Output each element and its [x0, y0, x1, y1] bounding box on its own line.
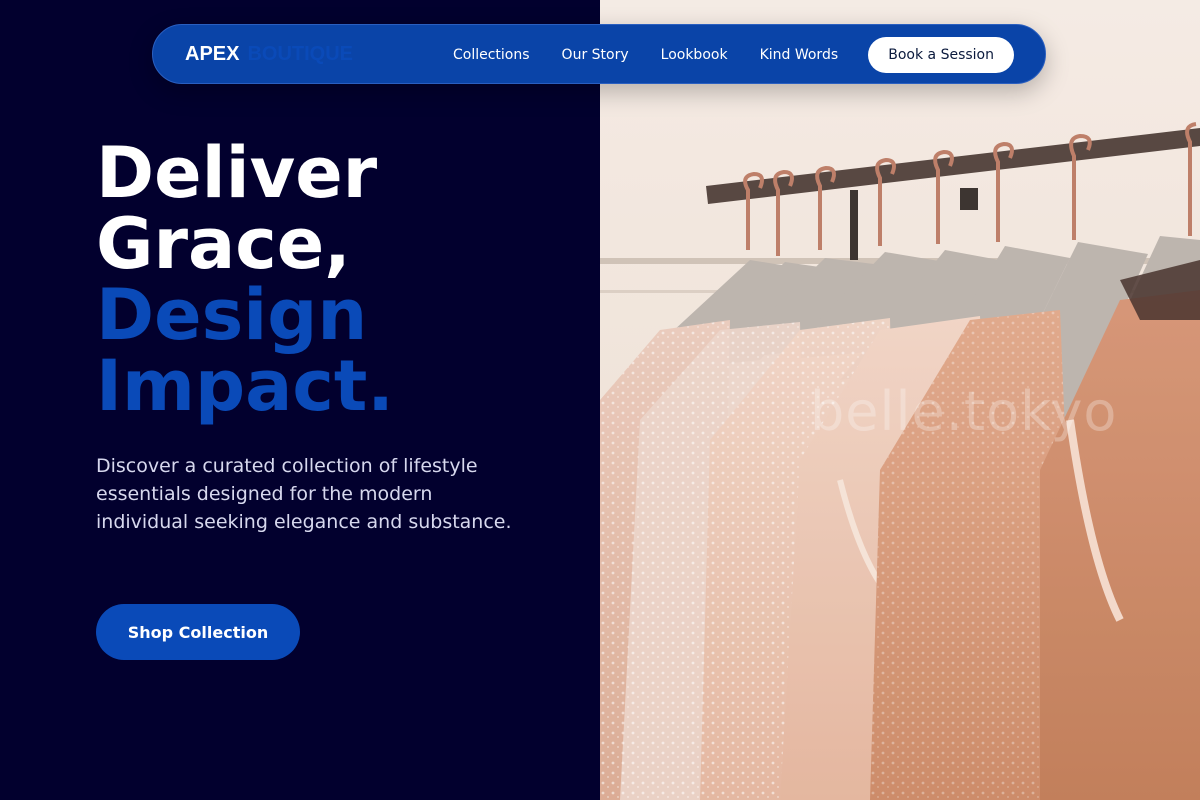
brand-subtitle: BOUTIQUE [247, 43, 354, 65]
nav-link-our-story[interactable]: Our Story [562, 47, 629, 63]
nav-link-collections[interactable]: Collections [453, 47, 530, 63]
hero-description: Discover a curated collection of lifesty… [96, 455, 512, 533]
headline-line-3: Design [96, 274, 368, 356]
nav-link-kind-words[interactable]: Kind Words [760, 47, 839, 63]
navbar: APEX BOUTIQUE Collections Our Story Lookb… [152, 24, 1046, 84]
brand-logo[interactable]: APEX BOUTIQUE [185, 43, 353, 66]
nav-link-lookbook[interactable]: Lookbook [661, 47, 728, 63]
photo-watermark: belle.tokyo [810, 380, 1118, 443]
headline-line-4: Impact. [96, 345, 394, 427]
book-session-button[interactable]: Book a Session [868, 37, 1014, 73]
brand-name: APEX [185, 43, 240, 65]
hero-headline: Deliver Grace, Design Impact. [96, 138, 394, 422]
page: belle.tokyo APEX BOUTIQUE Collections Our… [0, 0, 1200, 800]
nav-links: Collections Our Story Lookbook Kind Word… [453, 25, 870, 85]
shop-collection-button[interactable]: Shop Collection [96, 604, 300, 660]
hero-photo-clothing-rack: belle.tokyo [600, 0, 1200, 800]
headline-line-1: Deliver [96, 132, 378, 214]
headline-line-2: Grace, [96, 203, 351, 285]
